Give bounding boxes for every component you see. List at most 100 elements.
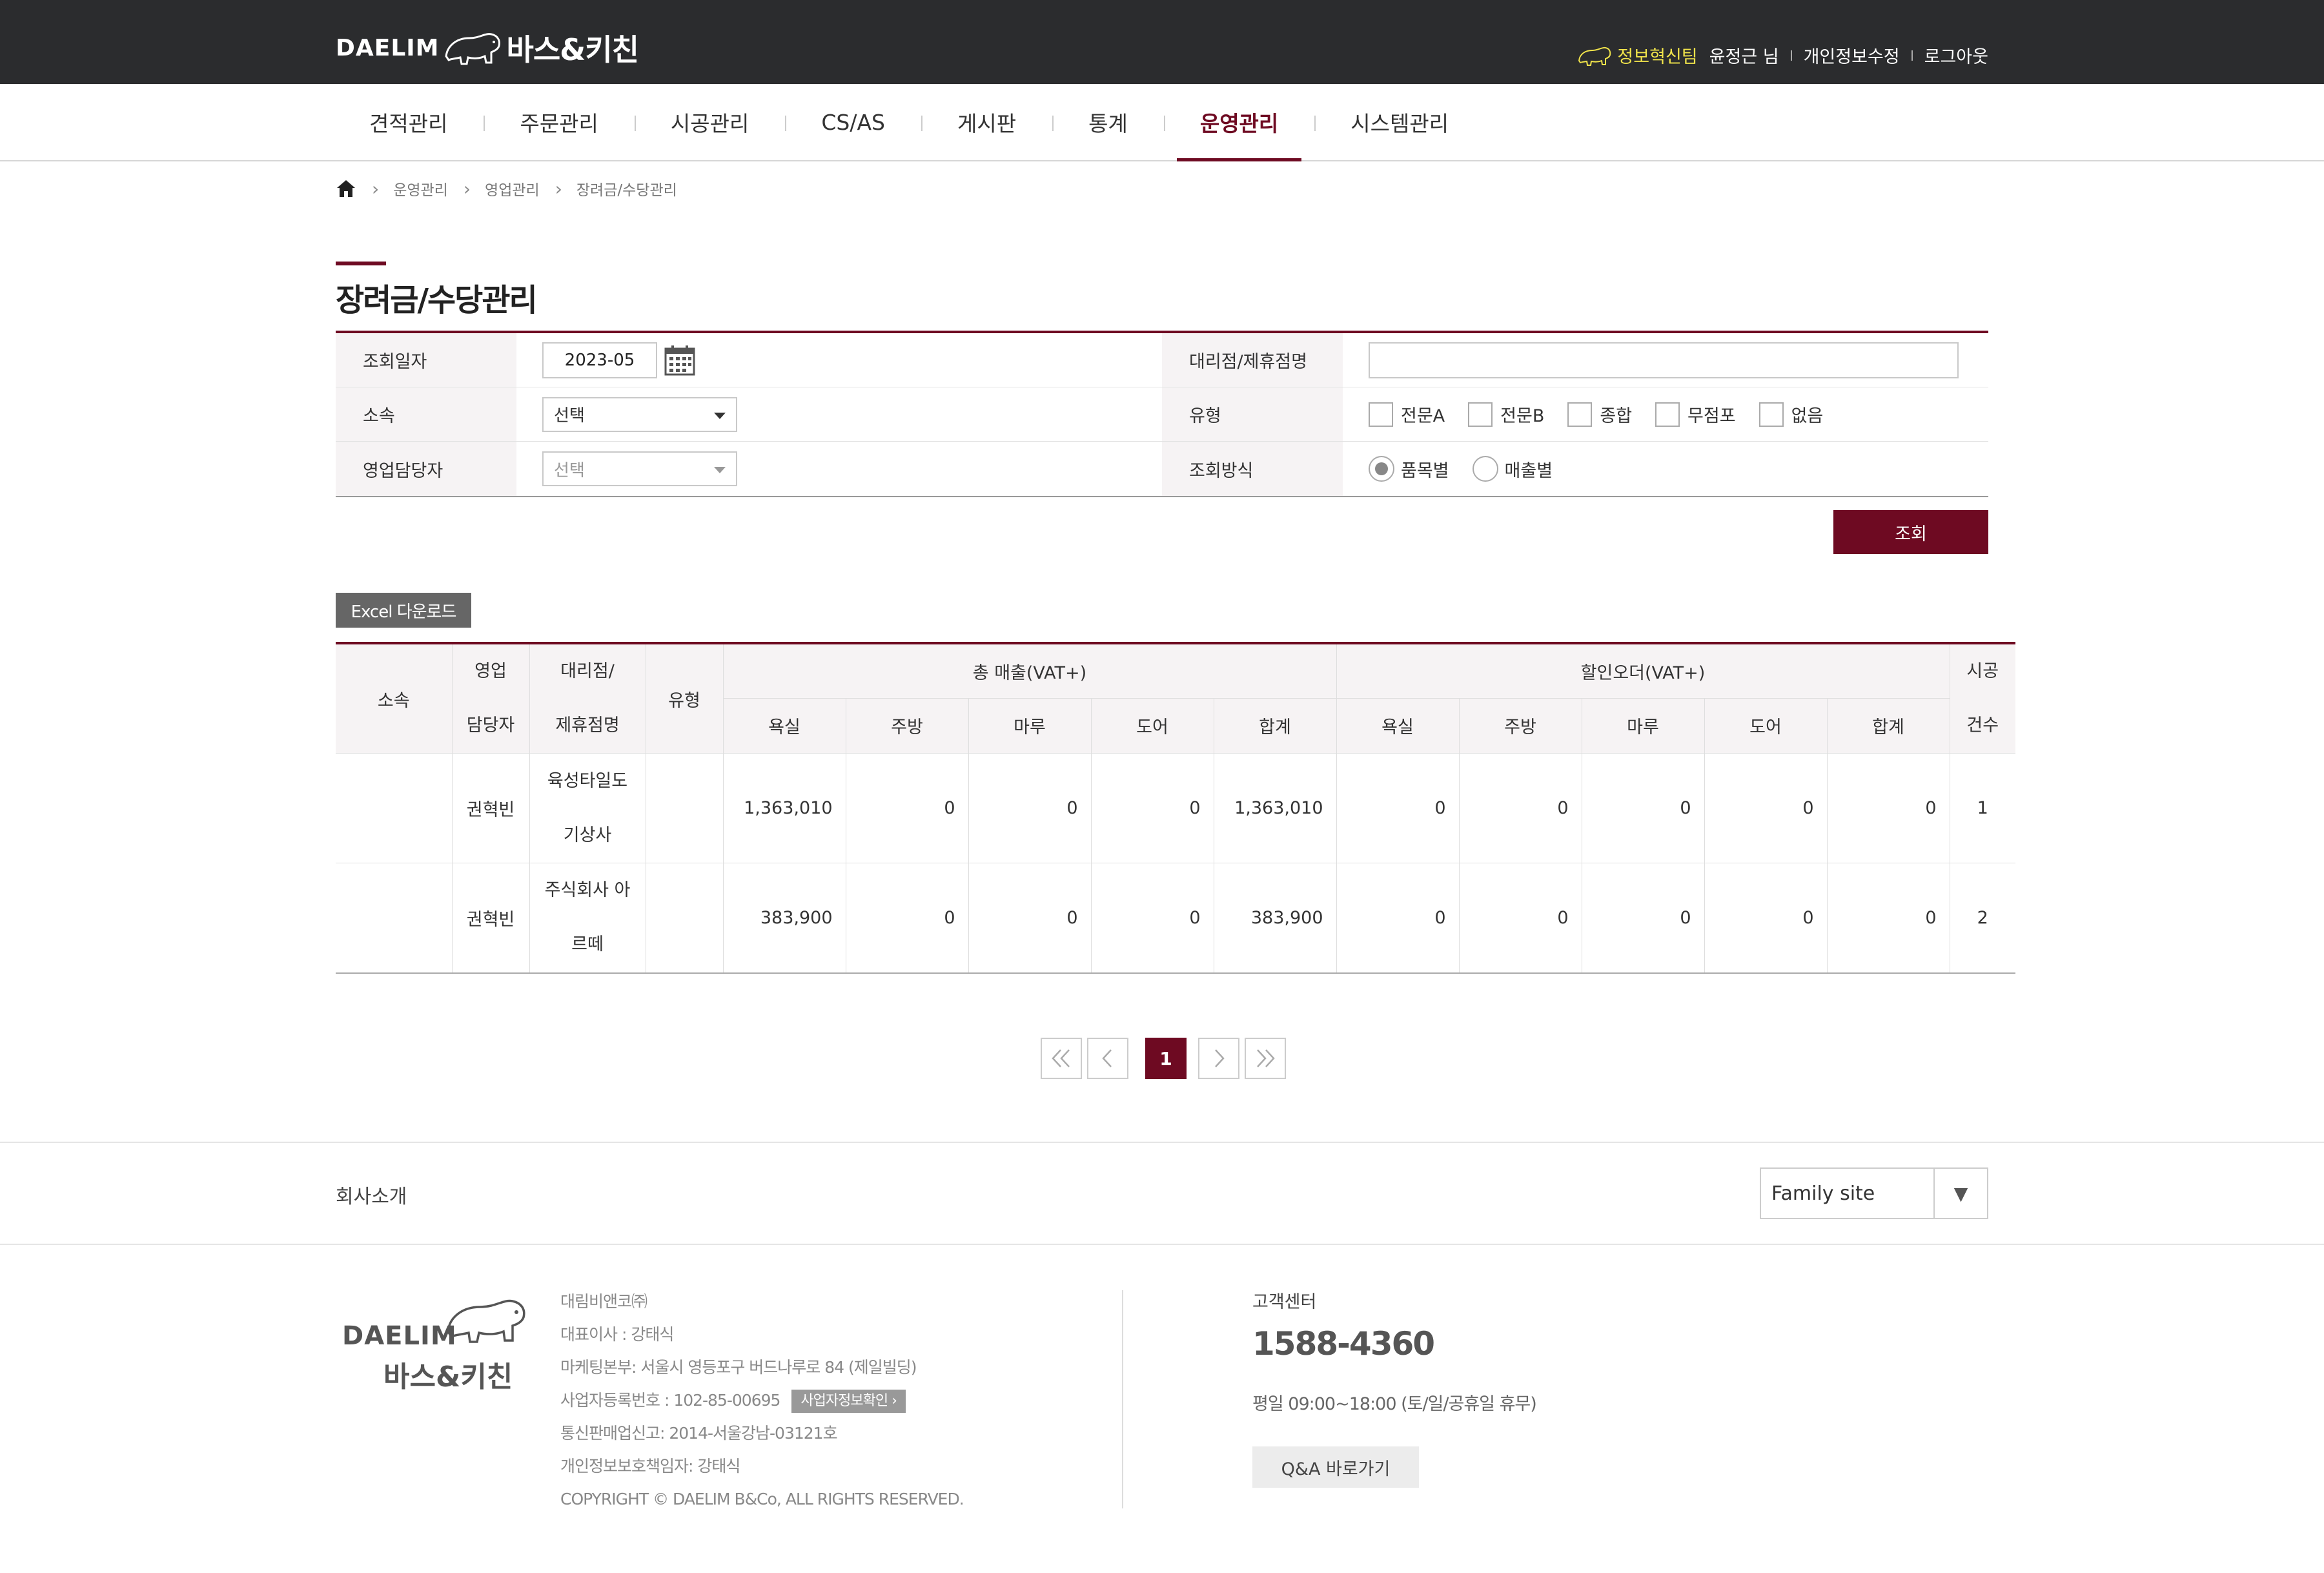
footer-vertical-divider xyxy=(1122,1290,1123,1508)
checkbox-label: 무점포 xyxy=(1687,406,1736,426)
cell-discount-floor: 0 xyxy=(1581,863,1705,974)
nav-item-construction[interactable]: 시공관리 xyxy=(634,84,785,160)
checkbox[interactable] xyxy=(1468,402,1493,427)
logo[interactable]: DAELIM 바스&키친 xyxy=(336,22,639,74)
cell-discount-kitchen: 0 xyxy=(1458,753,1582,863)
method-radio-item[interactable]: 품목별 xyxy=(1369,456,1449,482)
col-dealer: 대리점/제휴점명 xyxy=(529,643,646,754)
logout-link[interactable]: 로그아웃 xyxy=(1924,43,1988,68)
cell-sales-manager: 권혁빈 xyxy=(451,753,530,863)
col-discount-order: 할인오더(VAT+) xyxy=(1336,643,1950,699)
company-intro-link[interactable]: 회사소개 xyxy=(336,1180,407,1209)
business-check-label: 사업자정보확인 xyxy=(800,1393,888,1409)
user-name: 윤정근 님 xyxy=(1709,47,1779,67)
type-checkbox-general[interactable]: 종합 xyxy=(1567,402,1632,427)
checkbox-label: 전문A xyxy=(1401,406,1445,426)
cell-discount-bath: 0 xyxy=(1336,863,1460,974)
nav-item-operations[interactable]: 운영관리 xyxy=(1163,84,1314,161)
last-page-button[interactable] xyxy=(1245,1038,1286,1079)
business-check-button[interactable]: 사업자정보확인 › xyxy=(791,1390,906,1413)
home-icon[interactable] xyxy=(336,178,356,199)
cell-type xyxy=(645,863,724,974)
col-door: 도어 xyxy=(1090,698,1214,754)
qna-button[interactable]: Q&A 바로가기 xyxy=(1252,1446,1419,1488)
chevron-left-icon xyxy=(1102,1049,1112,1067)
prev-page-button[interactable] xyxy=(1087,1038,1128,1079)
polar-bear-icon xyxy=(446,1299,525,1343)
col-door: 도어 xyxy=(1704,698,1828,754)
sales-manager-select[interactable]: 선택 xyxy=(542,451,737,486)
col-floor: 마루 xyxy=(968,698,1092,754)
type-checkbox-none[interactable]: 없음 xyxy=(1758,402,1824,427)
cell-discount-door: 0 xyxy=(1704,753,1828,863)
type-checkbox-b[interactable]: 전문B xyxy=(1468,402,1544,427)
nav-item-cs-as[interactable]: CS/AS xyxy=(785,84,921,160)
footer-divider xyxy=(0,1142,2324,1143)
calendar-icon[interactable] xyxy=(664,344,696,376)
search-button[interactable]: 조회 xyxy=(1833,510,1988,554)
cell-total-sum: 1,363,010 xyxy=(1213,753,1337,863)
pagination: 1 xyxy=(1041,1038,1291,1079)
page-number-current[interactable]: 1 xyxy=(1145,1038,1187,1079)
first-page-button[interactable] xyxy=(1041,1038,1082,1079)
cell-total-door: 0 xyxy=(1090,753,1214,863)
checkbox[interactable] xyxy=(1369,402,1393,427)
cell-total-bath: 383,900 xyxy=(722,863,846,974)
cell-discount-bath: 0 xyxy=(1336,753,1460,863)
checkbox[interactable] xyxy=(1567,402,1593,427)
nav-item-estimate[interactable]: 견적관리 xyxy=(336,84,484,160)
polar-bear-icon xyxy=(1578,46,1611,66)
radio-label: 품목별 xyxy=(1401,460,1449,481)
date-input[interactable]: 2023-05 xyxy=(542,342,657,378)
next-page-button[interactable] xyxy=(1198,1038,1239,1079)
type-checkbox-a[interactable]: 전문A xyxy=(1369,402,1445,427)
radio-label: 매출별 xyxy=(1504,460,1553,481)
excel-download-button[interactable]: Excel 다운로드 xyxy=(336,593,471,628)
checkbox[interactable] xyxy=(1758,402,1784,427)
nav-item-order[interactable]: 주문관리 xyxy=(484,84,634,160)
user-menu: 정보혁신팀 윤정근 님 개인정보수정 로그아웃 xyxy=(1577,43,1988,68)
dealer-input[interactable] xyxy=(1369,342,1959,378)
marketing-address: 마케팅본부: 서울시 영등포구 버드나루로 84 (제일빌딩) xyxy=(560,1358,917,1377)
date-label: 조회일자 xyxy=(336,333,516,387)
method-radio-sales[interactable]: 매출별 xyxy=(1472,456,1553,482)
cell-type xyxy=(645,753,724,863)
table-header-row: 소속 영업 담당자 대리점/제휴점명 유형 총 매출(VAT+) 할인오더(VAT… xyxy=(336,643,2015,754)
triangle-down-icon: ▼ xyxy=(1933,1169,1987,1218)
top-bar: DAELIM 바스&키친 정보혁신팀 윤정근 님 개인정보수정 로그아웃 xyxy=(0,0,2324,84)
radio-button[interactable] xyxy=(1472,456,1498,482)
col-type: 유형 xyxy=(645,643,724,754)
main-nav: 견적관리 주문관리 시공관리 CS/AS 게시판 통계 운영관리 시스템관리 xyxy=(0,84,2324,161)
chevron-right-icon: › xyxy=(463,178,471,200)
nav-item-board[interactable]: 게시판 xyxy=(921,84,1052,160)
customer-center-phone: 1588-4360 xyxy=(1252,1325,1435,1362)
company-info: 대림비앤코㈜ 대표이사 : 강태식 마케팅본부: 서울시 영등포구 버드나루로 … xyxy=(560,1285,964,1516)
radio-button[interactable] xyxy=(1369,456,1394,482)
caret-down-icon xyxy=(714,412,726,419)
cell-construction-count: 1 xyxy=(1949,753,2015,863)
breadcrumb: › 운영관리 › 영업관리 › 장려금/수당관리 xyxy=(336,176,677,201)
table-row[interactable]: 권혁빈 육성타일도 기상사 1,363,010 0 0 0 1,363,010 0… xyxy=(336,753,2015,863)
breadcrumb-item[interactable]: 장려금/수당관리 xyxy=(576,178,677,200)
privacy-officer: 개인정보보호책임자: 강태식 xyxy=(560,1457,740,1475)
col-affiliation: 소속 xyxy=(336,643,453,754)
breadcrumb-item[interactable]: 운영관리 xyxy=(393,178,448,200)
family-site-select[interactable]: Family site ▼ xyxy=(1760,1167,1988,1219)
cell-total-sum: 383,900 xyxy=(1213,863,1337,974)
cell-discount-kitchen: 0 xyxy=(1458,863,1582,974)
breadcrumb-item[interactable]: 영업관리 xyxy=(485,178,540,200)
edit-profile-link[interactable]: 개인정보수정 xyxy=(1804,43,1900,68)
type-checkbox-nostore[interactable]: 무점포 xyxy=(1655,402,1736,427)
table-row[interactable]: 권혁빈 주식회사 아 르떼 383,900 0 0 0 383,900 0 0 0… xyxy=(336,863,2015,974)
search-form: 조회일자 2023-05 대리점/제휴점명 소속 선택 유형 전문A 전문B 종… xyxy=(336,331,1988,497)
affiliation-select[interactable]: 선택 xyxy=(542,396,737,432)
cell-total-kitchen: 0 xyxy=(845,863,969,974)
checkbox-label: 종합 xyxy=(1600,406,1633,426)
cell-total-floor: 0 xyxy=(968,863,1092,974)
type-label: 유형 xyxy=(1162,387,1343,441)
checkbox[interactable] xyxy=(1655,402,1680,427)
checkbox-label: 없음 xyxy=(1791,406,1824,426)
result-table: 소속 영업 담당자 대리점/제휴점명 유형 총 매출(VAT+) 할인오더(VAT… xyxy=(336,642,2015,974)
nav-item-system[interactable]: 시스템관리 xyxy=(1314,84,1485,160)
nav-item-statistics[interactable]: 통계 xyxy=(1052,84,1164,160)
